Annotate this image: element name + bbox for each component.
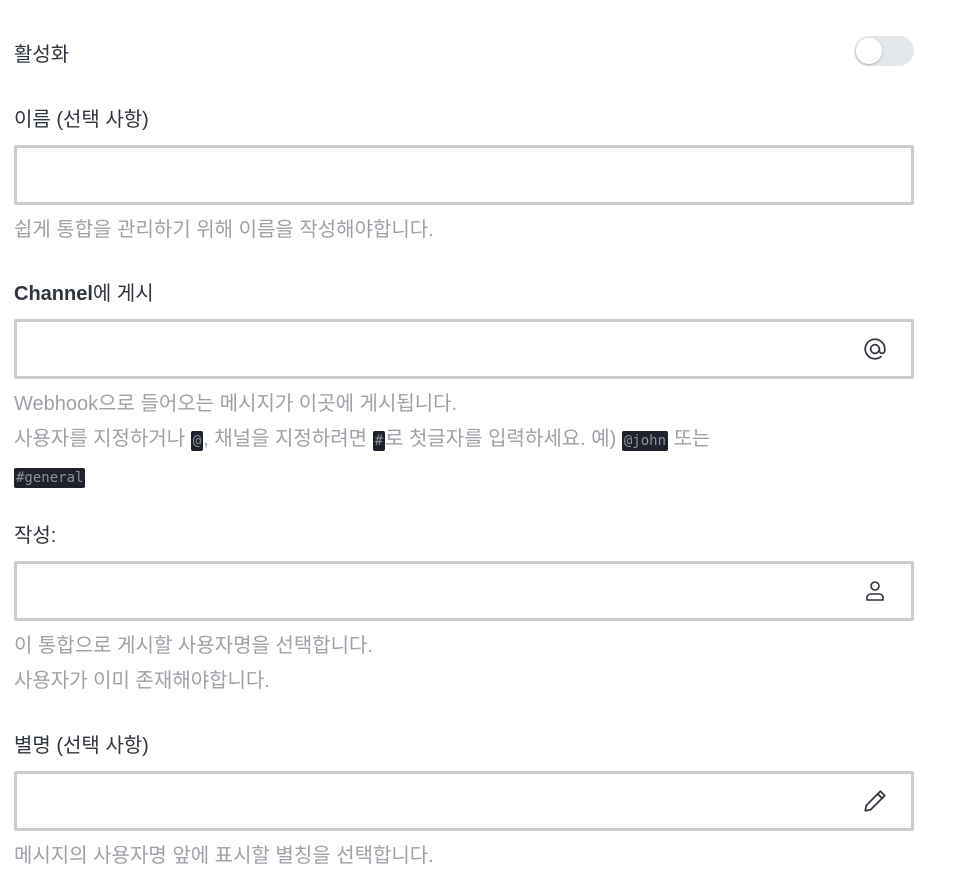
channel-field-group: Channel에 게시 Webhook으로 들어오는 메시지가 이곳에 게시됩니… [14,281,914,496]
hint-text-3: 로 첫글자를 입력하세요. 예) [385,428,622,450]
alias-input-wrapper [14,771,914,831]
author-hint-line2: 사용자가 이미 존재해야합니다. [14,670,270,692]
channel-hint-line1: Webhook으로 들어오는 메시지가 이곳에 게시됩니다. [14,393,458,415]
enabled-toggle[interactable] [854,36,914,66]
name-input-wrapper [14,145,914,205]
channel-input[interactable] [17,322,911,376]
author-input[interactable] [17,564,911,618]
channel-label: Channel에 게시 [14,281,914,307]
channel-hint-line2: 사용자를 지정하거나 @, 채널을 지정하려면 # 로 첫글자를 입력하세요. 예… [14,422,914,496]
hint-text-2: , 채널을 지정하려면 [203,428,373,450]
alias-input[interactable] [17,774,911,828]
alias-label: 별명 (선택 사항) [14,735,149,757]
name-input[interactable] [17,148,911,202]
name-label: 이름 (선택 사항) [14,109,149,131]
code-hash: # [372,431,386,451]
name-hint: 쉽게 통합을 관리하기 위해 이름을 작성해야합니다. [14,219,434,241]
name-field-group: 이름 (선택 사항) 쉽게 통합을 관리하기 위해 이름을 작성해야합니다. [14,107,914,248]
author-label: 작성: [14,525,57,547]
author-input-wrapper [14,561,914,621]
author-hint: 이 통합으로 게시할 사용자명을 선택합니다. 사용자가 이미 존재해야합니다. [14,629,914,699]
enabled-label: 활성화 [14,44,70,66]
channel-label-strong: Channel [14,283,93,305]
author-field-group: 작성: 이 통합으로 게시할 사용자명을 선택합니다. 사용자가 이미 존재해야… [14,523,914,699]
channel-input-wrapper [14,319,914,379]
user-icon [861,577,889,605]
toggle-knob [856,38,882,64]
pencil-icon [861,787,889,815]
enabled-row: 활성화 [14,32,914,70]
channel-label-rest: 에 게시 [92,283,154,305]
author-hint-line1: 이 통합으로 게시할 사용자명을 선택합니다. [14,635,373,657]
alias-hint: 메시지의 사용자명 앞에 표시할 별칭을 선택합니다. [14,845,434,867]
hint-text-1: 사용자를 지정하거나 [14,428,191,450]
code-john: @john [621,431,669,451]
channel-hint: Webhook으로 들어오는 메시지가 이곳에 게시됩니다. 사용자를 지정하거… [14,387,914,496]
at-icon [861,335,889,363]
code-at: @ [190,431,204,451]
alias-field-group: 별명 (선택 사항) 메시지의 사용자명 앞에 표시할 별칭을 선택합니다. [14,733,914,874]
hint-text-4: 또는 [668,428,711,450]
code-general: #general [14,468,86,488]
